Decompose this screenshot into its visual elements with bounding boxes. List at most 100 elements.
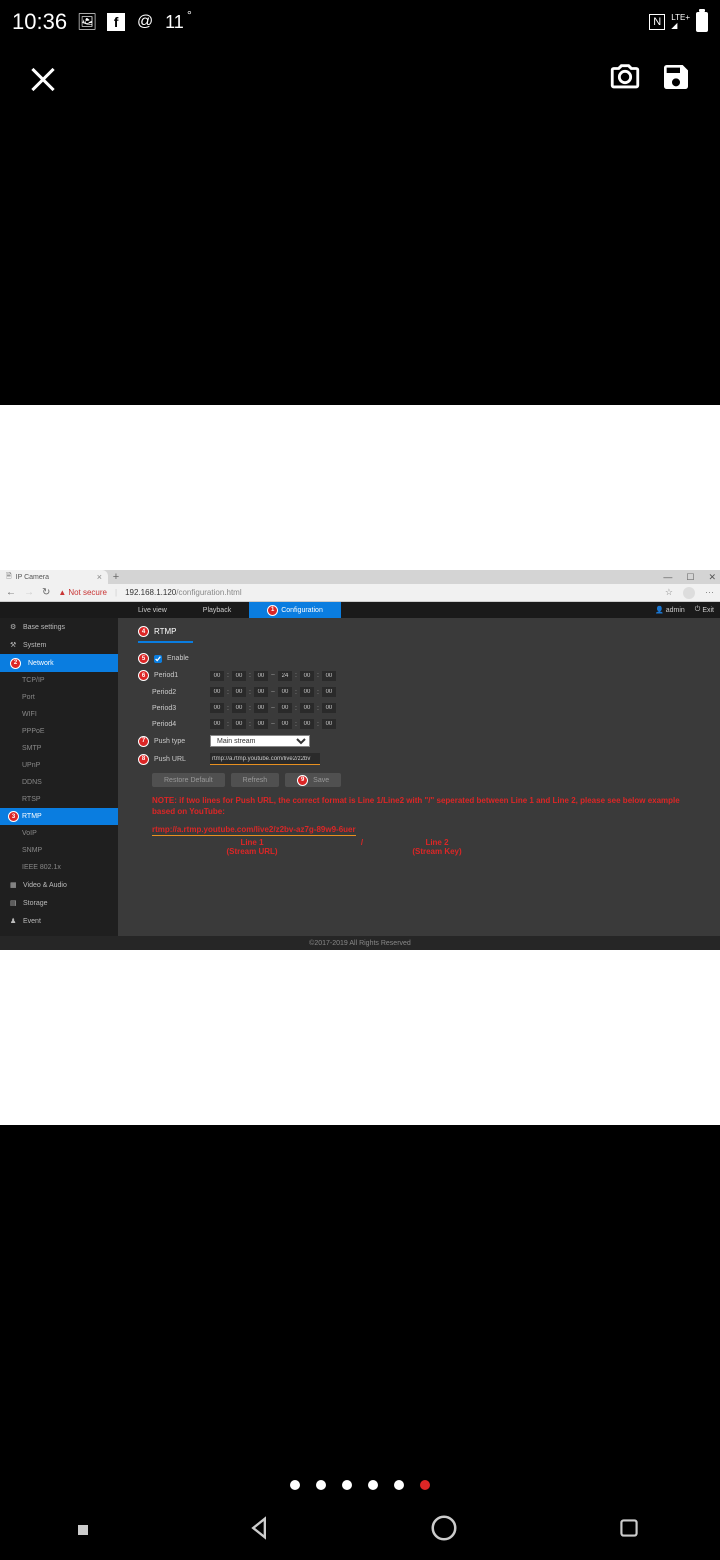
sidebar-base-settings[interactable]: ⚙Base settings [0,618,118,636]
event-icon: ♟ [10,917,19,926]
page-dot[interactable] [368,1480,378,1490]
tab-playback[interactable]: Playback [185,602,249,618]
user-label[interactable]: 👤 admin [655,606,685,614]
save-icon[interactable] [660,61,692,98]
sidebar-event[interactable]: ♟Event [0,912,118,930]
p2-s-h[interactable] [210,687,224,697]
push-url-input[interactable] [210,753,320,765]
callout-9: 9 [297,775,308,786]
sidebar-sub-smtp[interactable]: SMTP [0,740,118,757]
overview-nav-icon[interactable] [616,1515,642,1546]
new-tab-button[interactable]: + [110,571,122,583]
home-nav-icon[interactable] [429,1513,459,1548]
page-dot[interactable] [394,1480,404,1490]
sidebar-sub-voip[interactable]: VoIP [0,825,118,842]
p3-s-m[interactable] [232,703,246,713]
sidebar-system[interactable]: ⚒System [0,636,118,654]
tab-configuration[interactable]: 1Configuration [249,602,341,618]
p4-e-m[interactable] [300,719,314,729]
p3-e-h[interactable] [278,703,292,713]
p4-s-s[interactable] [254,719,268,729]
exit-button[interactable]: ⏻ Exit [695,606,714,614]
save-button[interactable]: 9Save [285,773,341,787]
push-type-select[interactable]: Main stream [210,735,310,747]
close-icon[interactable] [28,64,58,94]
p1-s-h[interactable] [210,671,224,681]
recents-icon[interactable] [78,1525,88,1535]
sidebar-video-audio[interactable]: ▦Video & Audio [0,876,118,894]
section-title: 4RTMP [138,626,193,643]
p4-e-h[interactable] [278,719,292,729]
minimize-icon[interactable]: — [663,572,672,583]
p1-s-s[interactable] [254,671,268,681]
browser-tab[interactable]: 🗎 IP Camera × [0,570,108,584]
window-close-icon[interactable]: ✕ [708,572,716,583]
p2-s-m[interactable] [232,687,246,697]
p2-e-m[interactable] [300,687,314,697]
lens-icon[interactable] [608,60,642,99]
sidebar-network[interactable]: 2Network [0,654,118,672]
security-indicator[interactable]: ▲ Not secure [58,588,107,597]
p2-e-s[interactable] [322,687,336,697]
period2-label: Period2 [138,689,210,696]
p4-s-h[interactable] [210,719,224,729]
content-panel: 4RTMP 5Enable 6Period1 :: ~ :: Period2 :… [118,618,720,936]
video-icon: ▦ [10,881,19,890]
p3-s-s[interactable] [254,703,268,713]
sidebar-storage[interactable]: ▤Storage [0,894,118,912]
p4-e-s[interactable] [322,719,336,729]
restore-default-button[interactable]: Restore Default [152,773,225,787]
sidebar-sub-upnp[interactable]: UPnP [0,757,118,774]
note-text: NOTE: if two lines for Push URL, the cor… [152,795,700,817]
tab-title: IP Camera [16,574,49,581]
at-icon: @ [135,12,155,32]
browser-tab-strip: 🗎 IP Camera × + — ☐ ✕ [0,570,720,584]
sidebar-sub-rtsp[interactable]: RTSP [0,791,118,808]
p3-e-s[interactable] [322,703,336,713]
period4-label: Period4 [138,721,210,728]
profile-icon[interactable] [683,587,695,599]
maximize-icon[interactable]: ☐ [686,572,694,583]
back-nav-icon[interactable] [245,1514,273,1547]
tab-close-icon[interactable]: × [97,572,102,582]
browser-window: 🗎 IP Camera × + — ☐ ✕ ← → ↻ ▲ Not secure… [0,570,720,960]
tab-live-view[interactable]: Live view [120,602,185,618]
p1-e-s[interactable] [322,671,336,681]
p3-e-m[interactable] [300,703,314,713]
refresh-button[interactable]: Refresh [231,773,280,787]
app-top-nav: Live view Playback 1Configuration 👤 admi… [0,602,720,618]
nfc-icon: N [649,14,665,30]
page-dot[interactable] [290,1480,300,1490]
p1-s-m[interactable] [232,671,246,681]
example-url: rtmp://a.rtmp.youtube.com/live2/z2bv-az7… [152,825,356,836]
menu-icon[interactable]: ⋯ [705,587,714,598]
p4-s-m[interactable] [232,719,246,729]
sidebar-sub-rtmp[interactable]: 3RTMP [0,808,118,825]
enable-checkbox[interactable] [154,655,162,663]
sidebar-sub-wifi[interactable]: WIFI [0,706,118,723]
lte-label: LTE+◢ [671,14,690,30]
enable-label: Enable [167,655,189,662]
url-display[interactable]: 192.168.1.120/configuration.html [125,588,242,597]
page-dot[interactable] [342,1480,352,1490]
page-dot[interactable] [316,1480,326,1490]
p2-e-h[interactable] [278,687,292,697]
sidebar-sub-pppoe[interactable]: PPPoE [0,723,118,740]
camera-app: Live view Playback 1Configuration 👤 admi… [0,602,720,950]
p2-s-s[interactable] [254,687,268,697]
p1-e-m[interactable] [300,671,314,681]
p3-s-h[interactable] [210,703,224,713]
sidebar-sub-ddns[interactable]: DDNS [0,774,118,791]
sidebar-sub-ieee[interactable]: IEEE 802.1x [0,859,118,876]
p1-e-h[interactable] [278,671,292,681]
gear-icon: ⚙ [10,623,19,632]
sidebar-sub-port[interactable]: Port [0,689,118,706]
sidebar-sub-tcpip[interactable]: TCP/IP [0,672,118,689]
page-dot-active[interactable] [420,1480,430,1490]
page-icon: 🗎 [6,572,12,583]
refresh-icon[interactable]: ↻ [42,587,50,598]
back-icon[interactable]: ← [6,587,16,598]
favorite-icon[interactable]: ☆ [665,587,673,598]
forward-icon[interactable]: → [24,587,34,598]
sidebar-sub-snmp[interactable]: SNMP [0,842,118,859]
